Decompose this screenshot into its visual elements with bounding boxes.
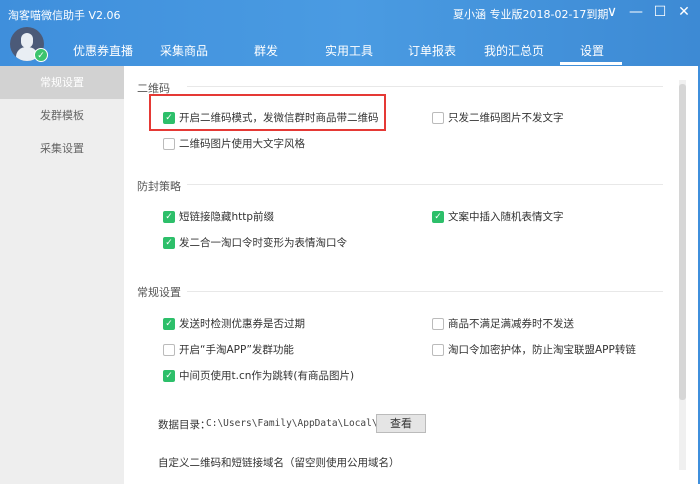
tab-tools[interactable]: 实用工具: [325, 42, 373, 59]
scrollbar-thumb[interactable]: [679, 84, 686, 400]
domain-label: 自定义二维码和短链接域名（留空则使用公用域名）: [158, 457, 400, 469]
dropdown-icon[interactable]: ∨: [603, 4, 621, 20]
checkbox-label: 开启二维码模式，发微信群时商品带二维码: [179, 112, 379, 124]
checkbox-encrypt-token[interactable]: 淘口令加密护体，防止淘宝联盟APP转链: [432, 342, 636, 357]
data-dir-label: 数据目录：: [158, 419, 211, 431]
divider: [187, 291, 663, 292]
section-title-anti: 防封策略: [137, 180, 181, 193]
check-icon: ✓: [163, 210, 175, 223]
checkbox-label: 开启“手淘APP”发群功能: [179, 344, 294, 356]
scrollbar[interactable]: [679, 80, 686, 470]
sidebar-item-template[interactable]: 发群模板: [0, 99, 124, 132]
checkbox-label: 中间页使用t.cn作为跳转(有商品图片): [179, 370, 355, 382]
checkbox-hide-http[interactable]: ✓ 短链接隐藏http前缀: [163, 209, 274, 224]
checkbox-label: 短链接隐藏http前缀: [179, 211, 275, 223]
check-icon: ✓: [163, 317, 175, 330]
user-info: 夏小涵 专业版2018-02-17到期: [453, 8, 609, 21]
checkbox-skip-unmet[interactable]: 商品不满足满减券时不发送: [432, 316, 574, 331]
checkbox-box: [432, 317, 444, 330]
app-title: 淘客喵微信助手 V2.06: [8, 9, 121, 22]
tab-orders[interactable]: 订单报表: [408, 42, 456, 59]
maximize-button[interactable]: ☐: [651, 4, 669, 20]
checkbox-check-expiry[interactable]: ✓ 发送时检测优惠券是否过期: [163, 316, 305, 331]
checkbox-box: [163, 343, 175, 356]
checkbox-box: [432, 343, 444, 356]
sidebar-item-collect[interactable]: 采集设置: [0, 132, 124, 165]
check-icon: ✓: [163, 369, 175, 382]
divider: [187, 86, 663, 87]
minimize-button[interactable]: —: [627, 4, 645, 20]
divider: [187, 184, 663, 185]
checkbox-qr-mode[interactable]: ✓ 开启二维码模式，发微信群时商品带二维码: [163, 110, 379, 125]
checkbox-label: 二维码图片使用大文字风格: [179, 138, 305, 150]
tab-collect[interactable]: 采集商品: [160, 42, 208, 59]
checkbox-label: 只发二维码图片不发文字: [448, 112, 564, 124]
sidebar-item-general[interactable]: 常规设置: [0, 66, 124, 99]
title-bar: 淘客喵微信助手 V2.06 夏小涵 专业版2018-02-17到期 ∨ — ☐ …: [0, 0, 700, 66]
check-icon: ✓: [432, 210, 444, 223]
checkbox-qr-only[interactable]: 只发二维码图片不发文字: [432, 110, 564, 125]
checkbox-mobile-taobao[interactable]: 开启“手淘APP”发群功能: [163, 342, 294, 357]
checkbox-random-emoji[interactable]: ✓ 文案中插入随机表情文字: [432, 209, 564, 224]
data-dir-path: C:\Users\Family\AppData\Local\Mi: [206, 418, 390, 429]
tab-coupon-live[interactable]: 优惠券直播: [73, 42, 133, 59]
checkbox-tcn-redirect[interactable]: ✓ 中间页使用t.cn作为跳转(有商品图片): [163, 368, 354, 383]
view-button[interactable]: 查看: [376, 414, 426, 433]
checkbox-box: [432, 111, 444, 124]
tab-group-send[interactable]: 群发: [254, 42, 278, 59]
checkbox-label: 文案中插入随机表情文字: [448, 211, 564, 223]
sidebar: 常规设置 发群模板 采集设置: [0, 66, 124, 484]
checkbox-label: 发二合一淘口令时变形为表情淘口令: [179, 237, 347, 249]
active-tab-indicator: [560, 62, 622, 65]
tab-settings[interactable]: 设置: [580, 42, 604, 59]
checkbox-qr-large-text[interactable]: 二维码图片使用大文字风格: [163, 136, 305, 151]
checkbox-label: 发送时检测优惠券是否过期: [179, 318, 305, 330]
checkbox-label: 淘口令加密护体，防止淘宝联盟APP转链: [448, 344, 636, 356]
verified-check-icon: ✓: [34, 48, 48, 62]
checkbox-emoji-token[interactable]: ✓ 发二合一淘口令时变形为表情淘口令: [163, 235, 347, 250]
check-icon: ✓: [163, 236, 175, 249]
checkbox-box: [163, 137, 175, 150]
check-icon: ✓: [163, 111, 175, 124]
checkbox-label: 商品不满足满减券时不发送: [448, 318, 574, 330]
section-title-general: 常规设置: [137, 286, 181, 299]
close-button[interactable]: ✕: [675, 4, 693, 20]
tab-summary[interactable]: 我的汇总页: [484, 42, 544, 59]
